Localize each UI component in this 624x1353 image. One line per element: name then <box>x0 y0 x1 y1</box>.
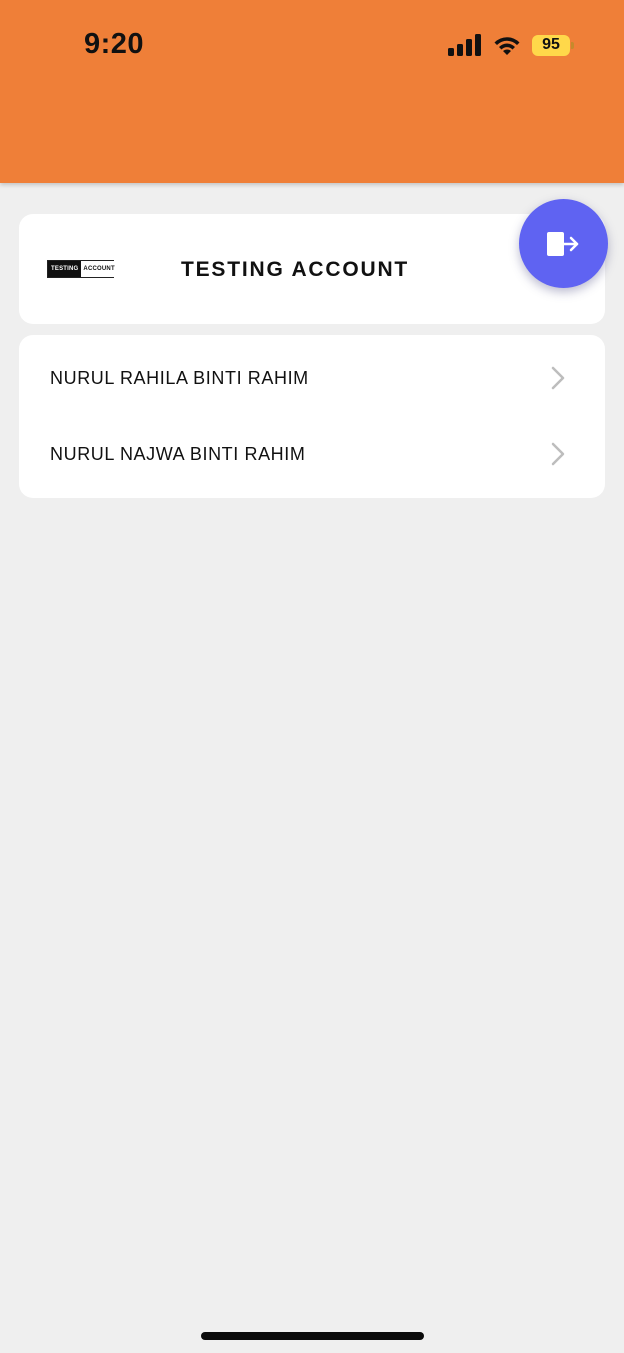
status-time: 9:20 <box>84 28 145 60</box>
account-logo-right-text: ACCOUNT <box>81 261 117 277</box>
account-title: TESTING ACCOUNT <box>181 258 410 281</box>
home-indicator <box>201 1332 424 1340</box>
chevron-right-icon <box>551 366 565 390</box>
student-list: NURUL RAHILA BINTI RAHIM NURUL NAJWA BIN… <box>19 335 605 498</box>
battery-tip <box>571 41 574 49</box>
logout-icon <box>546 231 578 256</box>
app-screen: 9:20 95 TESTING ACCOUNT TESTING ACCOUNT … <box>0 0 624 1353</box>
chevron-right-icon <box>551 442 565 466</box>
status-icons: 95 <box>448 34 574 56</box>
account-logo-left-text: TESTING <box>48 261 82 277</box>
app-header: 9:20 95 <box>0 0 624 183</box>
student-name: NURUL RAHILA BINTI RAHIM <box>50 367 309 388</box>
student-list-item[interactable]: NURUL NAJWA BINTI RAHIM <box>19 416 605 492</box>
battery-level: 95 <box>532 34 570 56</box>
student-name: NURUL NAJWA BINTI RAHIM <box>50 443 306 464</box>
wifi-icon <box>494 37 520 55</box>
student-list-item[interactable]: NURUL RAHILA BINTI RAHIM <box>19 340 605 416</box>
signal-icon <box>448 34 481 56</box>
account-logo: TESTING ACCOUNT <box>47 260 117 278</box>
battery-icon: 95 <box>532 34 574 56</box>
account-card: TESTING ACCOUNT TESTING ACCOUNT <box>19 214 605 324</box>
logout-button[interactable] <box>519 199 608 288</box>
